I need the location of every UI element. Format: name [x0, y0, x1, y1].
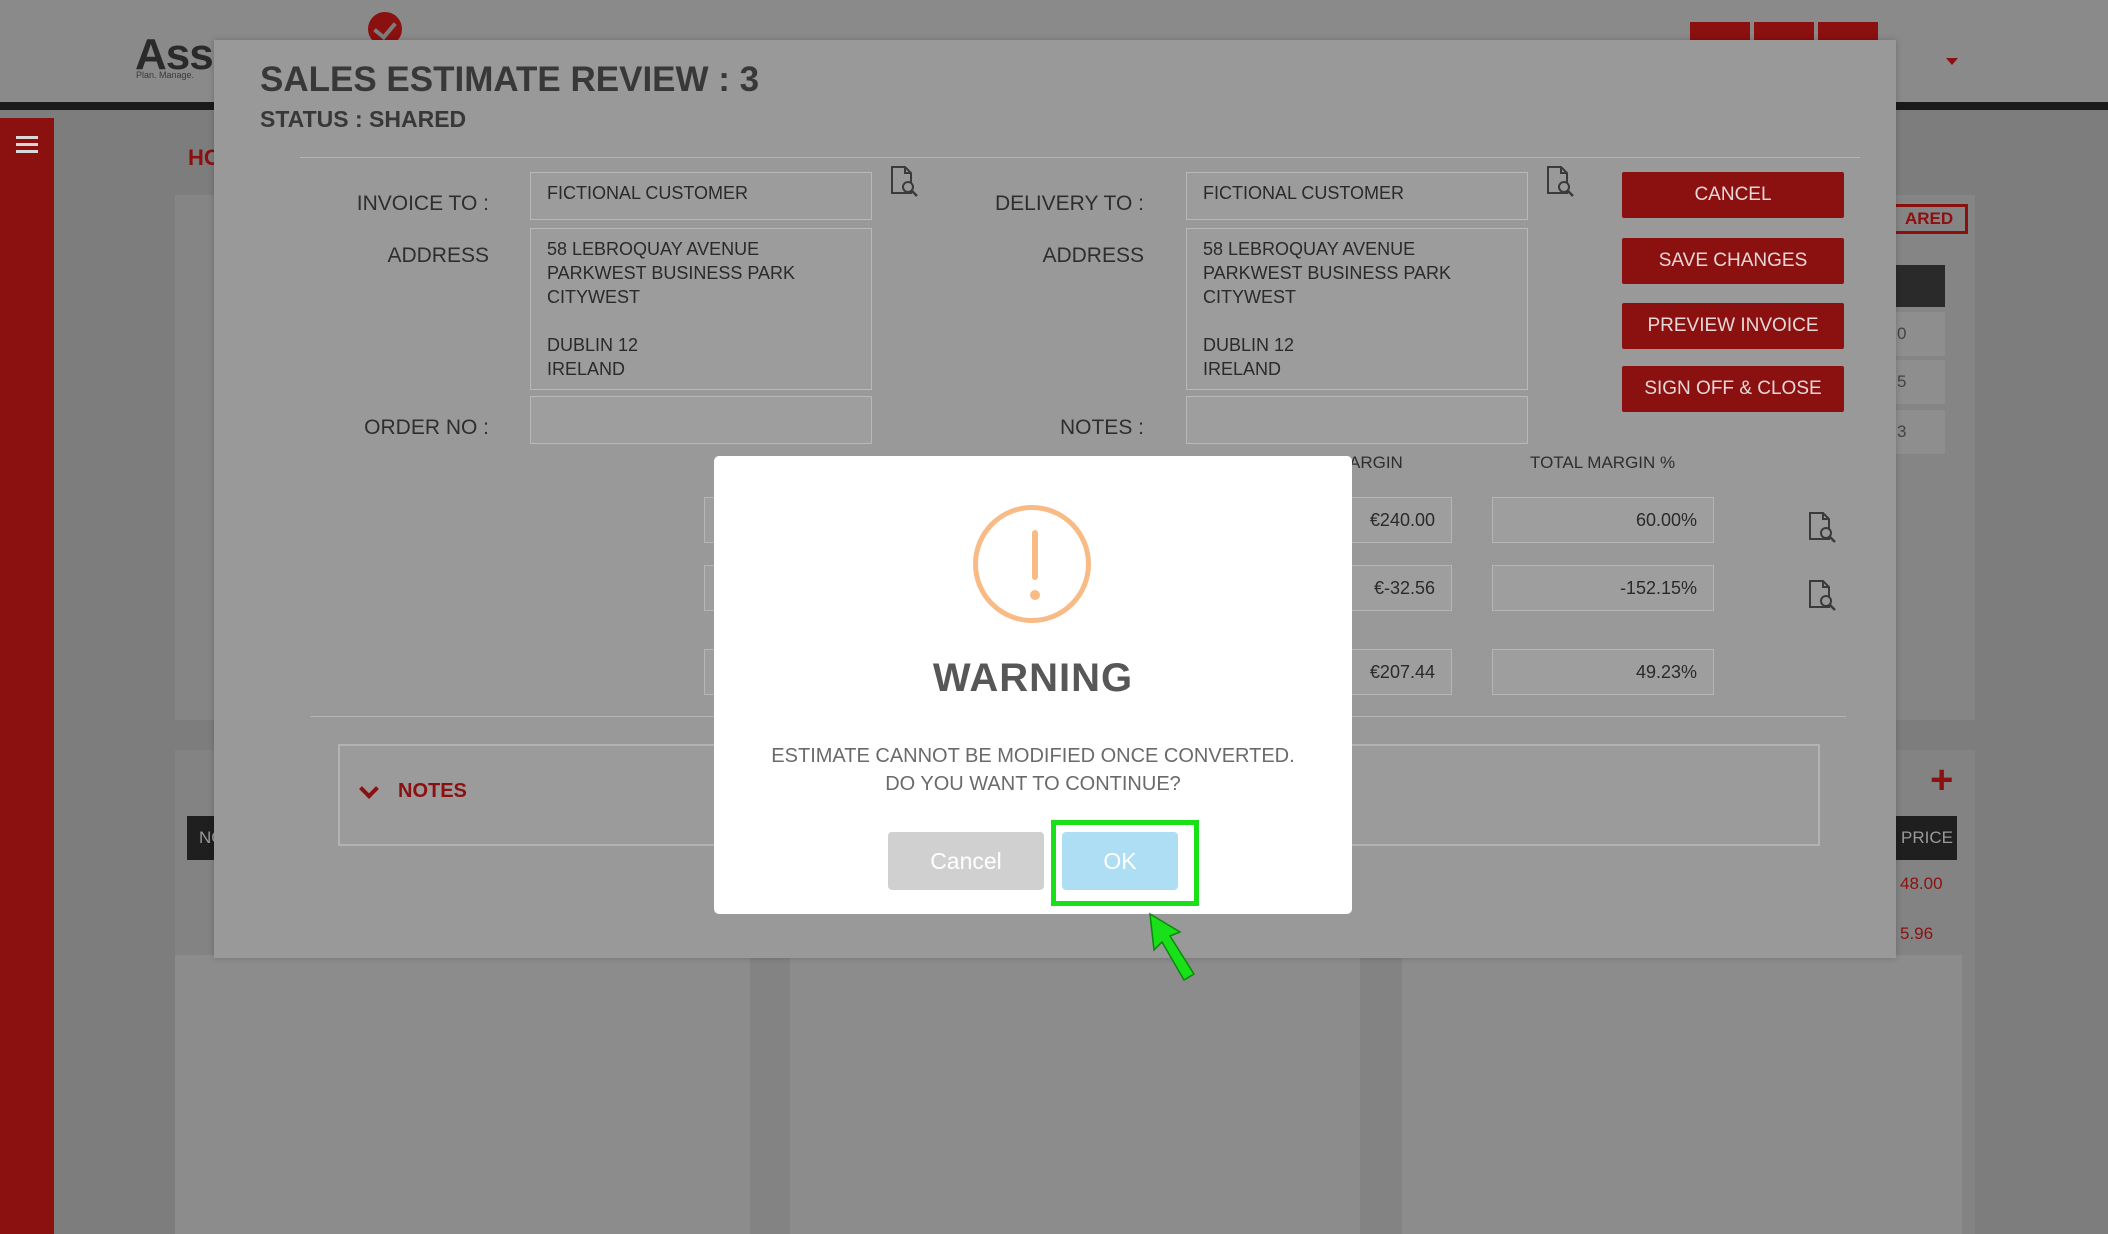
hamburger-menu-icon[interactable]: [16, 136, 38, 157]
sign-off-close-button[interactable]: SIGN OFF & CLOSE: [1622, 366, 1844, 412]
margin-column-header: ARGIN: [1349, 453, 1403, 472]
background-column-header: PRICE: [1893, 816, 1957, 860]
background-column: [175, 955, 750, 1234]
address-line: PARKWEST BUSINESS PARK: [547, 263, 796, 283]
address-line: DUBLIN 12: [1203, 335, 1295, 355]
background-price: 48.00: [1900, 874, 1943, 893]
background-column-header: NO: [187, 816, 225, 860]
warning-dialog: WARNING ESTIMATE CANNOT BE MODIFIED ONCE…: [714, 456, 1352, 914]
notes-label: NOTES :: [1059, 416, 1144, 439]
background-price: 5.96: [1900, 924, 1934, 943]
order-no-label: ORDER NO :: [364, 416, 489, 439]
ok-button-highlight: [1051, 820, 1199, 906]
exclamation-circle-icon: [973, 505, 1091, 623]
document-search-icon[interactable]: [886, 164, 920, 198]
delivery-address-field[interactable]: 58 LEBROQUAY AVENUE PARKWEST BUSINESS PA…: [1186, 228, 1528, 390]
address-line: 58 LEBROQUAY AVENUE: [1203, 239, 1416, 259]
document-search-icon[interactable]: [1804, 578, 1838, 612]
app-logo-tagline: Plan. Manage.: [136, 70, 195, 80]
delivery-to-label: DELIVERY TO :: [994, 192, 1144, 215]
background-column: [790, 955, 1360, 1234]
address-line: DUBLIN 12: [547, 335, 639, 355]
address-line: [547, 309, 855, 333]
dialog-cancel-button[interactable]: Cancel: [888, 832, 1044, 890]
dialog-title: WARNING: [932, 656, 1134, 700]
invoice-address-field[interactable]: 58 LEBROQUAY AVENUE PARKWEST BUSINESS PA…: [530, 228, 872, 390]
background-status-badge: ARED: [1890, 204, 1968, 234]
address-line: IRELAND: [547, 359, 626, 379]
save-changes-button[interactable]: SAVE CHANGES: [1622, 238, 1844, 284]
dialog-message: ESTIMATE CANNOT BE MODIFIED ONCE CONVERT…: [771, 745, 1295, 795]
address-line: CITYWEST: [547, 287, 640, 307]
background-row: 0: [1895, 312, 1945, 356]
document-search-icon[interactable]: [1542, 164, 1576, 198]
background-column: [1402, 955, 1962, 1234]
add-icon[interactable]: +: [1930, 760, 1953, 800]
delivery-to-field[interactable]: FICTIONAL CUSTOMER: [1186, 172, 1528, 220]
invoice-to-field[interactable]: FICTIONAL CUSTOMER: [530, 172, 872, 220]
parts-margin-pct-field: -152.15%: [1492, 565, 1714, 611]
document-search-icon[interactable]: [1804, 510, 1838, 544]
order-no-field[interactable]: [530, 396, 872, 444]
chevron-down-icon[interactable]: [359, 779, 379, 799]
total-margin-pct-field: 49.23%: [1492, 649, 1714, 695]
background-row: 5: [1895, 360, 1945, 404]
caret-down-icon[interactable]: [1946, 58, 1958, 65]
address-line: IRELAND: [1203, 359, 1282, 379]
modal-title: SALES ESTIMATE REVIEW : 3: [260, 60, 760, 99]
delivery-address-label: ADDRESS: [1042, 244, 1144, 267]
address-line: PARKWEST BUSINESS PARK: [1203, 263, 1452, 283]
divider: [300, 157, 1860, 158]
app-sidebar: [0, 118, 54, 1234]
address-line: 58 LEBROQUAY AVENUE: [547, 239, 760, 259]
invoice-address-label: ADDRESS: [387, 244, 489, 267]
address-line: CITYWEST: [1203, 287, 1296, 307]
labour-margin-pct-field: 60.00%: [1492, 497, 1714, 543]
preview-invoice-button[interactable]: PREVIEW INVOICE: [1622, 303, 1844, 349]
cancel-button[interactable]: CANCEL: [1622, 172, 1844, 218]
invoice-to-label: INVOICE TO :: [356, 192, 489, 215]
background-header-cell: [1895, 265, 1945, 307]
cursor-arrow-icon: [1149, 912, 1196, 982]
total-margin-pct-column-header: TOTAL MARGIN %: [1530, 453, 1676, 472]
modal-status: STATUS : SHARED: [260, 106, 467, 132]
address-line: [1203, 309, 1511, 333]
background-row: 3: [1895, 410, 1945, 454]
notes-field[interactable]: [1186, 396, 1528, 444]
notes-section-label[interactable]: NOTES: [398, 780, 467, 803]
